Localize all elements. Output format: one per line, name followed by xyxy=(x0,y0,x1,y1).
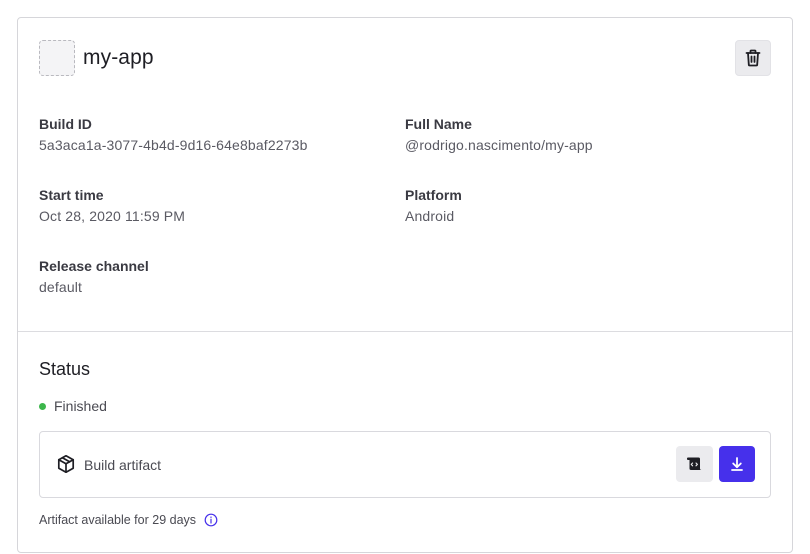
artifact-availability: Artifact available for 29 days xyxy=(39,513,218,527)
release-channel-value: default xyxy=(39,279,83,295)
field-full-name: Full Name @rodrigo.nascimento/my-app xyxy=(405,115,593,154)
build-artifact-row: Build artifact xyxy=(39,431,771,498)
build-id-label: Build ID xyxy=(39,116,92,132)
platform-value: Android xyxy=(405,208,455,224)
app-icon-placeholder xyxy=(39,40,75,76)
build-artifact-label: Build artifact xyxy=(84,457,162,473)
download-icon xyxy=(731,457,743,471)
build-details-card: my-app Build ID 5a3aca1a-3077-4b4d-9d16-… xyxy=(17,17,793,553)
status-heading: Status xyxy=(39,359,91,379)
status-indicator: Finished xyxy=(39,398,107,414)
package-icon xyxy=(57,454,75,474)
full-name-label: Full Name xyxy=(405,116,472,132)
platform-label: Platform xyxy=(405,187,462,203)
info-icon[interactable] xyxy=(204,513,218,527)
build-id-value: 5a3aca1a-3077-4b4d-9d16-64e8baf2273b xyxy=(39,137,308,153)
start-time-label: Start time xyxy=(39,187,104,203)
app-title: my-app xyxy=(83,46,154,69)
full-name-value: @rodrigo.nascimento/my-app xyxy=(405,137,593,153)
artifact-availability-text: Artifact available for 29 days xyxy=(39,513,197,527)
trash-icon xyxy=(745,49,761,67)
field-start-time: Start time Oct 28, 2020 11:59 PM xyxy=(39,186,185,225)
build-header: my-app Build ID 5a3aca1a-3077-4b4d-9d16-… xyxy=(18,18,792,332)
section-divider xyxy=(18,331,792,332)
start-time-value: Oct 28, 2020 11:59 PM xyxy=(39,208,186,224)
field-release-channel: Release channel default xyxy=(39,257,149,296)
logs-scroll-icon xyxy=(686,457,701,470)
field-platform: Platform Android xyxy=(405,186,462,225)
download-artifact-button[interactable] xyxy=(719,446,755,482)
release-channel-label: Release channel xyxy=(39,258,149,274)
status-text: Finished xyxy=(54,398,107,414)
status-dot xyxy=(39,402,46,410)
delete-build-button[interactable] xyxy=(735,40,771,76)
view-logs-button[interactable] xyxy=(676,446,713,482)
field-build-id: Build ID 5a3aca1a-3077-4b4d-9d16-64e8baf… xyxy=(39,115,308,154)
